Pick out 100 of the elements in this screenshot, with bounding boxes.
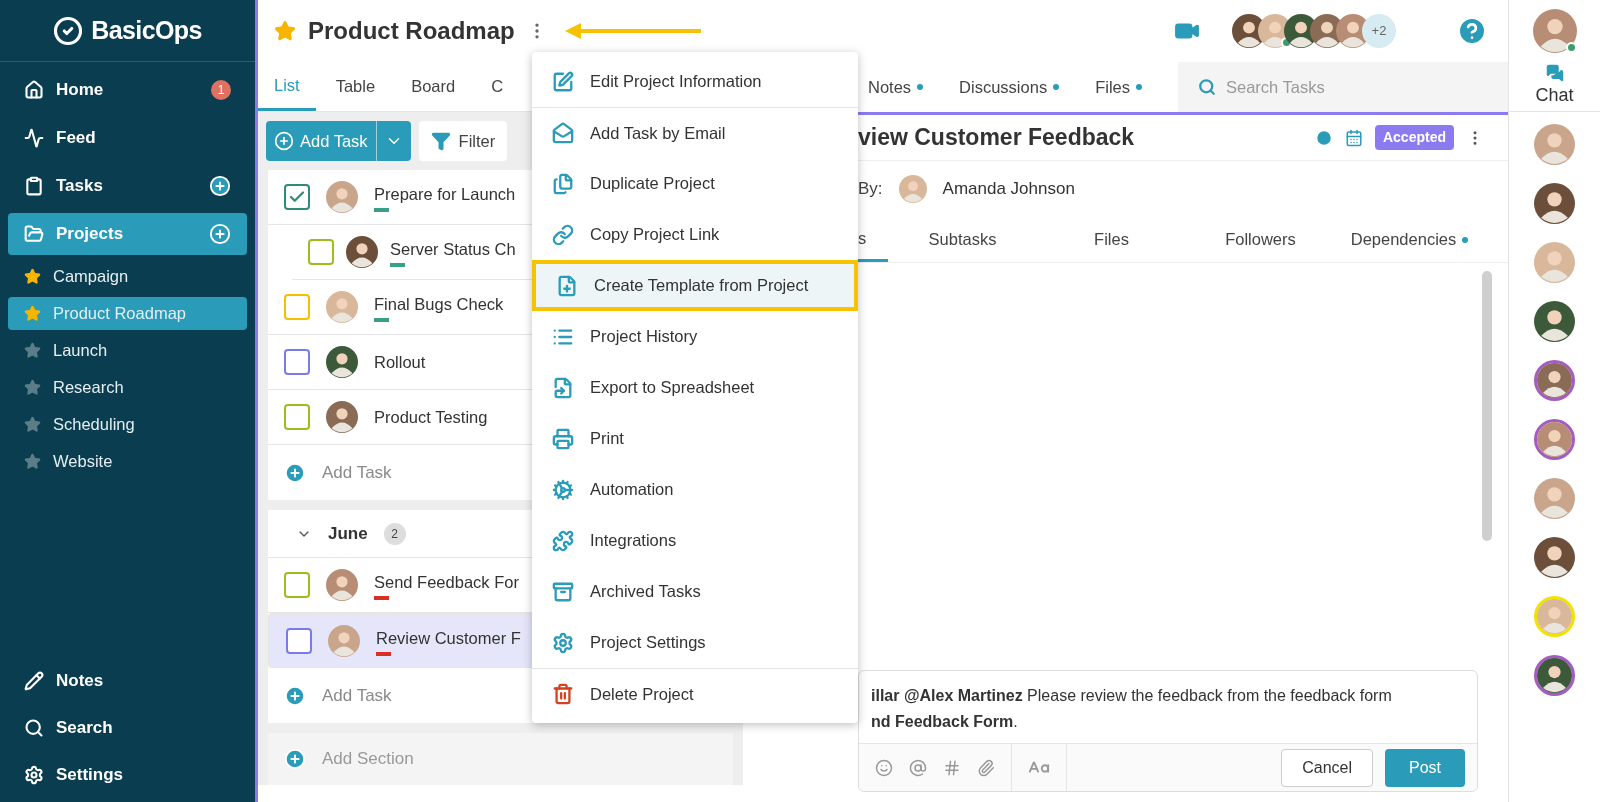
avatar — [326, 401, 358, 433]
detail-tab[interactable]: Files — [1037, 217, 1186, 262]
avatar — [326, 346, 358, 378]
task-name: Server Status Ch — [390, 238, 516, 260]
filter-icon — [430, 131, 451, 151]
envelope-icon — [552, 122, 574, 144]
menu-item[interactable]: Delete Project — [532, 668, 858, 719]
checkbox[interactable] — [284, 404, 310, 430]
avatar — [1534, 478, 1575, 519]
panel-tab[interactable]: Notes — [868, 74, 924, 100]
documents-icon — [552, 172, 574, 195]
nav-item[interactable]: Notes — [0, 657, 255, 704]
add-icon — [284, 748, 306, 770]
mention-icon[interactable] — [909, 758, 927, 777]
avatar — [1534, 124, 1575, 165]
paperclip-icon[interactable] — [977, 758, 995, 777]
avatar — [326, 181, 358, 213]
chat-button[interactable]: Chat — [1509, 62, 1600, 112]
task-name: Prepare for Launch — [374, 183, 516, 205]
avatar — [1534, 537, 1575, 578]
checkbox[interactable] — [308, 239, 334, 265]
view-tab[interactable]: Table — [319, 62, 392, 111]
detail-tab[interactable]: Dependencies — [1335, 217, 1484, 262]
status-badge: Accepted — [1374, 125, 1454, 150]
count-badge: 2 — [383, 522, 406, 545]
task-name: Send Feedback For — [374, 571, 519, 593]
checkbox[interactable] — [284, 572, 310, 598]
search-icon — [24, 717, 44, 738]
home-icon — [24, 80, 44, 100]
checkbox[interactable] — [284, 184, 310, 210]
count-badge: 1 — [211, 80, 231, 100]
view-tab[interactable]: Board — [395, 62, 472, 111]
project-item[interactable]: Campaign — [8, 260, 247, 293]
project-item[interactable]: Scheduling — [8, 408, 247, 441]
add-icon — [284, 684, 306, 707]
emoji-icon[interactable] — [875, 758, 893, 777]
project-item[interactable]: Website — [8, 445, 247, 478]
detail-tab[interactable]: Followers — [1186, 217, 1335, 262]
filter-button[interactable]: Filter — [418, 121, 508, 161]
avatar — [1537, 422, 1572, 457]
nav-item[interactable]: Tasks — [8, 165, 247, 207]
avatar — [1532, 9, 1577, 53]
avatar — [326, 569, 358, 601]
task-name: Rollout — [374, 351, 426, 373]
add-icon — [274, 131, 294, 151]
menu-item[interactable]: Add Task by Email — [532, 107, 858, 158]
settings-icon — [552, 631, 574, 654]
cancel-button[interactable]: Cancel — [1281, 748, 1373, 787]
panel-tab[interactable]: Files — [1095, 74, 1142, 100]
checkbox[interactable] — [284, 294, 310, 320]
link-icon — [552, 223, 574, 246]
puzzle-icon — [552, 529, 574, 552]
nav-item[interactable]: Settings — [0, 751, 255, 798]
panel-tab[interactable]: Discussions — [959, 74, 1060, 100]
task-title: view Customer Feedback — [858, 123, 1136, 153]
task-name: Review Customer F — [376, 627, 521, 649]
menu-item[interactable]: Create Template from Project — [532, 260, 858, 311]
avatar — [1537, 599, 1572, 634]
project-title: Product Roadmap — [308, 16, 515, 46]
folder-icon — [24, 224, 44, 244]
search-field[interactable]: Search Tasks — [1178, 62, 1508, 112]
avatar — [1534, 301, 1575, 342]
view-tab[interactable]: C — [475, 62, 520, 111]
task-name: Product Testing — [374, 406, 488, 428]
checkbox[interactable] — [286, 628, 312, 654]
avatar — [1534, 242, 1575, 283]
search-icon — [1198, 78, 1216, 96]
project-item[interactable]: Research — [8, 371, 247, 404]
hash-icon[interactable] — [943, 758, 961, 777]
archive-icon — [552, 580, 574, 603]
file-plus-icon — [556, 274, 578, 297]
pulse-icon — [24, 128, 44, 148]
scrollbar[interactable] — [1482, 271, 1492, 541]
file-arrow-icon — [552, 376, 574, 399]
nav-item[interactable]: Feed — [8, 117, 247, 159]
nav-item[interactable]: Search — [0, 704, 255, 751]
task-name: Final Bugs Check — [374, 293, 504, 315]
field-label: By: — [858, 178, 883, 201]
avatar — [1537, 363, 1572, 398]
avatar — [1534, 183, 1575, 224]
edit-icon — [552, 70, 574, 93]
chat-icon — [1545, 64, 1564, 82]
calendar-icon[interactable] — [1344, 128, 1363, 147]
printer-icon — [552, 427, 574, 450]
add-icon[interactable] — [209, 175, 231, 197]
pencil-icon — [24, 670, 44, 691]
settings-icon — [24, 764, 44, 785]
add-icon — [284, 461, 306, 484]
project-item[interactable]: Launch — [8, 334, 247, 367]
logo-icon — [53, 15, 84, 46]
avatar — [1537, 658, 1572, 693]
avatar — [328, 625, 360, 657]
more-members-badge[interactable]: +2 — [1362, 14, 1396, 48]
nav-item[interactable]: Home 1 — [8, 69, 247, 111]
menu-item[interactable]: Edit Project Information — [532, 56, 858, 107]
avatar — [346, 236, 378, 268]
avatar — [326, 291, 358, 323]
detail-tab[interactable]: Subtasks — [888, 217, 1037, 262]
star-icon[interactable] — [274, 20, 296, 42]
checkbox[interactable] — [284, 349, 310, 375]
